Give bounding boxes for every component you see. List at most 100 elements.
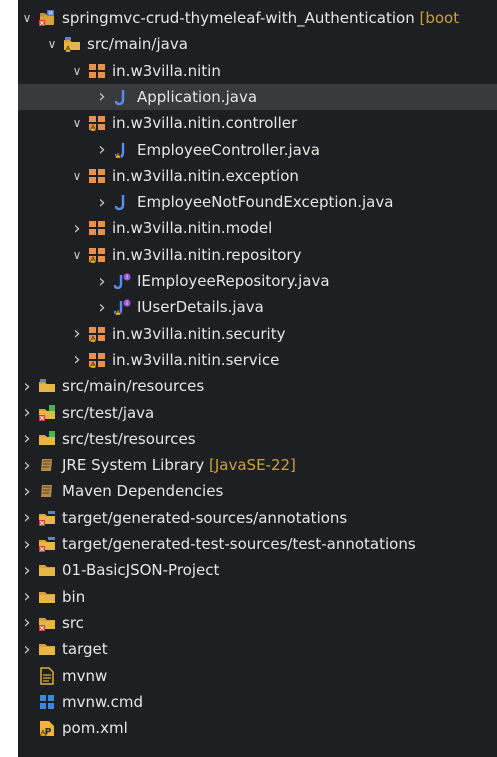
- tree-item[interactable]: › target/generated-test-sources/test-anno…: [18, 531, 497, 557]
- tree-item[interactable]: › Maven Dependencies: [18, 478, 497, 504]
- chevron-right-icon[interactable]: ›: [95, 268, 109, 294]
- tree-item[interactable]: › src: [18, 610, 497, 636]
- tree-item-label: pom.xml: [62, 719, 128, 738]
- package-icon: [88, 219, 106, 237]
- tree-item-decoration: [boot: [414, 9, 460, 27]
- chevron-right-icon[interactable]: ›: [70, 321, 84, 347]
- tree-item-label: in.w3villa.nitin.exception: [112, 166, 299, 185]
- java-file-icon: [113, 193, 131, 211]
- chevron-down-icon[interactable]: ∨: [70, 242, 84, 268]
- package-icon: [88, 351, 106, 369]
- tree-item-label: in.w3villa.nitin.repository: [112, 245, 302, 264]
- tree-item[interactable]: › src/main/resources: [18, 373, 497, 399]
- tree-item[interactable]: › I IEmployeeRepository.java: [18, 268, 497, 294]
- tree-item[interactable]: › in.w3villa.nitin.service: [18, 347, 497, 373]
- chevron-right-icon[interactable]: ›: [20, 557, 34, 583]
- tree-item-label: src/main/resources: [62, 377, 205, 396]
- chevron-down-icon[interactable]: ∨: [20, 5, 34, 31]
- chevron-right-icon[interactable]: ›: [95, 84, 109, 110]
- tree-item[interactable]: › src/test/java: [18, 400, 497, 426]
- tree-item[interactable]: › I IUserDetails.java: [18, 294, 497, 320]
- java-file-icon: [113, 88, 131, 106]
- chevron-right-icon[interactable]: ›: [20, 426, 34, 452]
- test-source-folder-icon: [38, 430, 56, 448]
- chevron-right-icon[interactable]: ›: [20, 531, 34, 557]
- tree-item[interactable]: ∨ in.w3villa.nitin.controller: [18, 110, 497, 136]
- library-icon: [38, 482, 56, 500]
- package-icon: [88, 167, 106, 185]
- text-file-icon: [38, 666, 56, 685]
- tree-item-decoration: [JavaSE-22]: [204, 456, 296, 475]
- tree-item-label: EmployeeController.java: [137, 140, 320, 159]
- tree-item[interactable]: ∨ in.w3villa.nitin: [18, 58, 497, 84]
- package-icon: [88, 62, 106, 80]
- chevron-right-icon[interactable]: ›: [20, 610, 34, 636]
- generated-folder-icon: [38, 509, 56, 527]
- source-folder-icon: [38, 377, 56, 395]
- tree-item-label: src/test/java: [62, 403, 155, 422]
- tree-item-label: target/generated-test-sources/test-annot…: [62, 535, 416, 553]
- tree-item[interactable]: › JRE System Library [JavaSE-22]: [18, 452, 497, 478]
- tree-item[interactable]: mvnw.cmd: [18, 689, 497, 715]
- chevron-right-icon[interactable]: ›: [20, 505, 34, 531]
- tree-item[interactable]: › in.w3villa.nitin.model: [18, 215, 497, 241]
- tree-item[interactable]: ∨ in.w3villa.nitin.exception: [18, 163, 497, 189]
- tree-item[interactable]: › src/test/resources: [18, 426, 497, 452]
- package-icon: [88, 114, 106, 132]
- tree-item-label: in.w3villa.nitin.model: [112, 219, 273, 238]
- tree-item[interactable]: › Application.java: [18, 83, 497, 110]
- chevron-right-icon[interactable]: ›: [70, 347, 84, 373]
- tree-item[interactable]: mvnw: [18, 663, 497, 689]
- chevron-down-icon[interactable]: ∨: [70, 110, 84, 136]
- chevron-right-icon[interactable]: ›: [20, 478, 34, 504]
- tree-item-label: bin: [62, 587, 86, 606]
- cmd-file-icon: [38, 693, 56, 711]
- tree-item[interactable]: ∨ Mspringmvc-crud-thymeleaf-with_Authenti…: [18, 5, 497, 31]
- chevron-right-icon[interactable]: ›: [20, 636, 34, 662]
- tree-item-label: IUserDetails.java: [137, 298, 264, 317]
- tree-item-label: Maven Dependencies: [62, 482, 224, 501]
- tree-item-label: src/main/java: [87, 35, 188, 54]
- chevron-right-icon[interactable]: ›: [20, 452, 34, 478]
- package-icon: [88, 325, 106, 343]
- chevron-right-icon[interactable]: ›: [20, 373, 34, 399]
- tree-item[interactable]: › EmployeeNotFoundException.java: [18, 189, 497, 215]
- chevron-right-icon[interactable]: ›: [95, 189, 109, 215]
- tree-item-label: target/generated-sources/annotations: [62, 508, 348, 527]
- tree-item[interactable]: › target: [18, 636, 497, 662]
- chevron-right-icon[interactable]: ›: [20, 584, 34, 610]
- tree-item-label: in.w3villa.nitin.service: [112, 350, 280, 369]
- pom-file-icon: P: [38, 719, 56, 738]
- chevron-down-icon[interactable]: ∨: [70, 163, 84, 189]
- tree-item[interactable]: › in.w3villa.nitin.security: [18, 321, 497, 347]
- project-icon: M: [38, 9, 56, 27]
- package-icon: [88, 246, 106, 264]
- folder-icon: [38, 614, 56, 632]
- chevron-right-icon[interactable]: ›: [20, 400, 34, 426]
- generated-folder-icon: [38, 535, 56, 553]
- tree-item-label: springmvc-crud-thymeleaf-with_Authentica…: [62, 9, 460, 27]
- folder-icon: [38, 640, 56, 658]
- tree-item-label: 01-BasicJSON-Project: [62, 561, 220, 580]
- tree-item[interactable]: ∨ in.w3villa.nitin.repository: [18, 242, 497, 268]
- tree-item-label: mvnw: [62, 666, 108, 685]
- svg-text:I: I: [126, 274, 128, 281]
- java-interface-icon: I: [113, 298, 131, 316]
- tree-item[interactable]: › target/generated-sources/annotations: [18, 505, 497, 531]
- tree-item[interactable]: › 01-BasicJSON-Project: [18, 557, 497, 583]
- tree-item[interactable]: › bin: [18, 584, 497, 610]
- chevron-right-icon[interactable]: ›: [95, 294, 109, 320]
- library-icon: [38, 456, 56, 474]
- source-folder-icon: [63, 35, 81, 53]
- chevron-right-icon[interactable]: ›: [70, 215, 84, 241]
- chevron-down-icon[interactable]: ∨: [70, 58, 84, 84]
- chevron-down-icon[interactable]: ∨: [45, 31, 59, 57]
- test-source-folder-icon: [38, 404, 56, 422]
- tree-item-label: src: [62, 613, 84, 632]
- tree-item[interactable]: › EmployeeController.java: [18, 137, 497, 163]
- tree-item-label: Application.java: [137, 87, 258, 106]
- project-explorer-tree[interactable]: ∨ Mspringmvc-crud-thymeleaf-with_Authenti…: [18, 0, 497, 757]
- tree-item[interactable]: ∨ src/main/java: [18, 31, 497, 57]
- tree-item[interactable]: Ppom.xml: [18, 715, 497, 741]
- chevron-right-icon[interactable]: ›: [95, 137, 109, 163]
